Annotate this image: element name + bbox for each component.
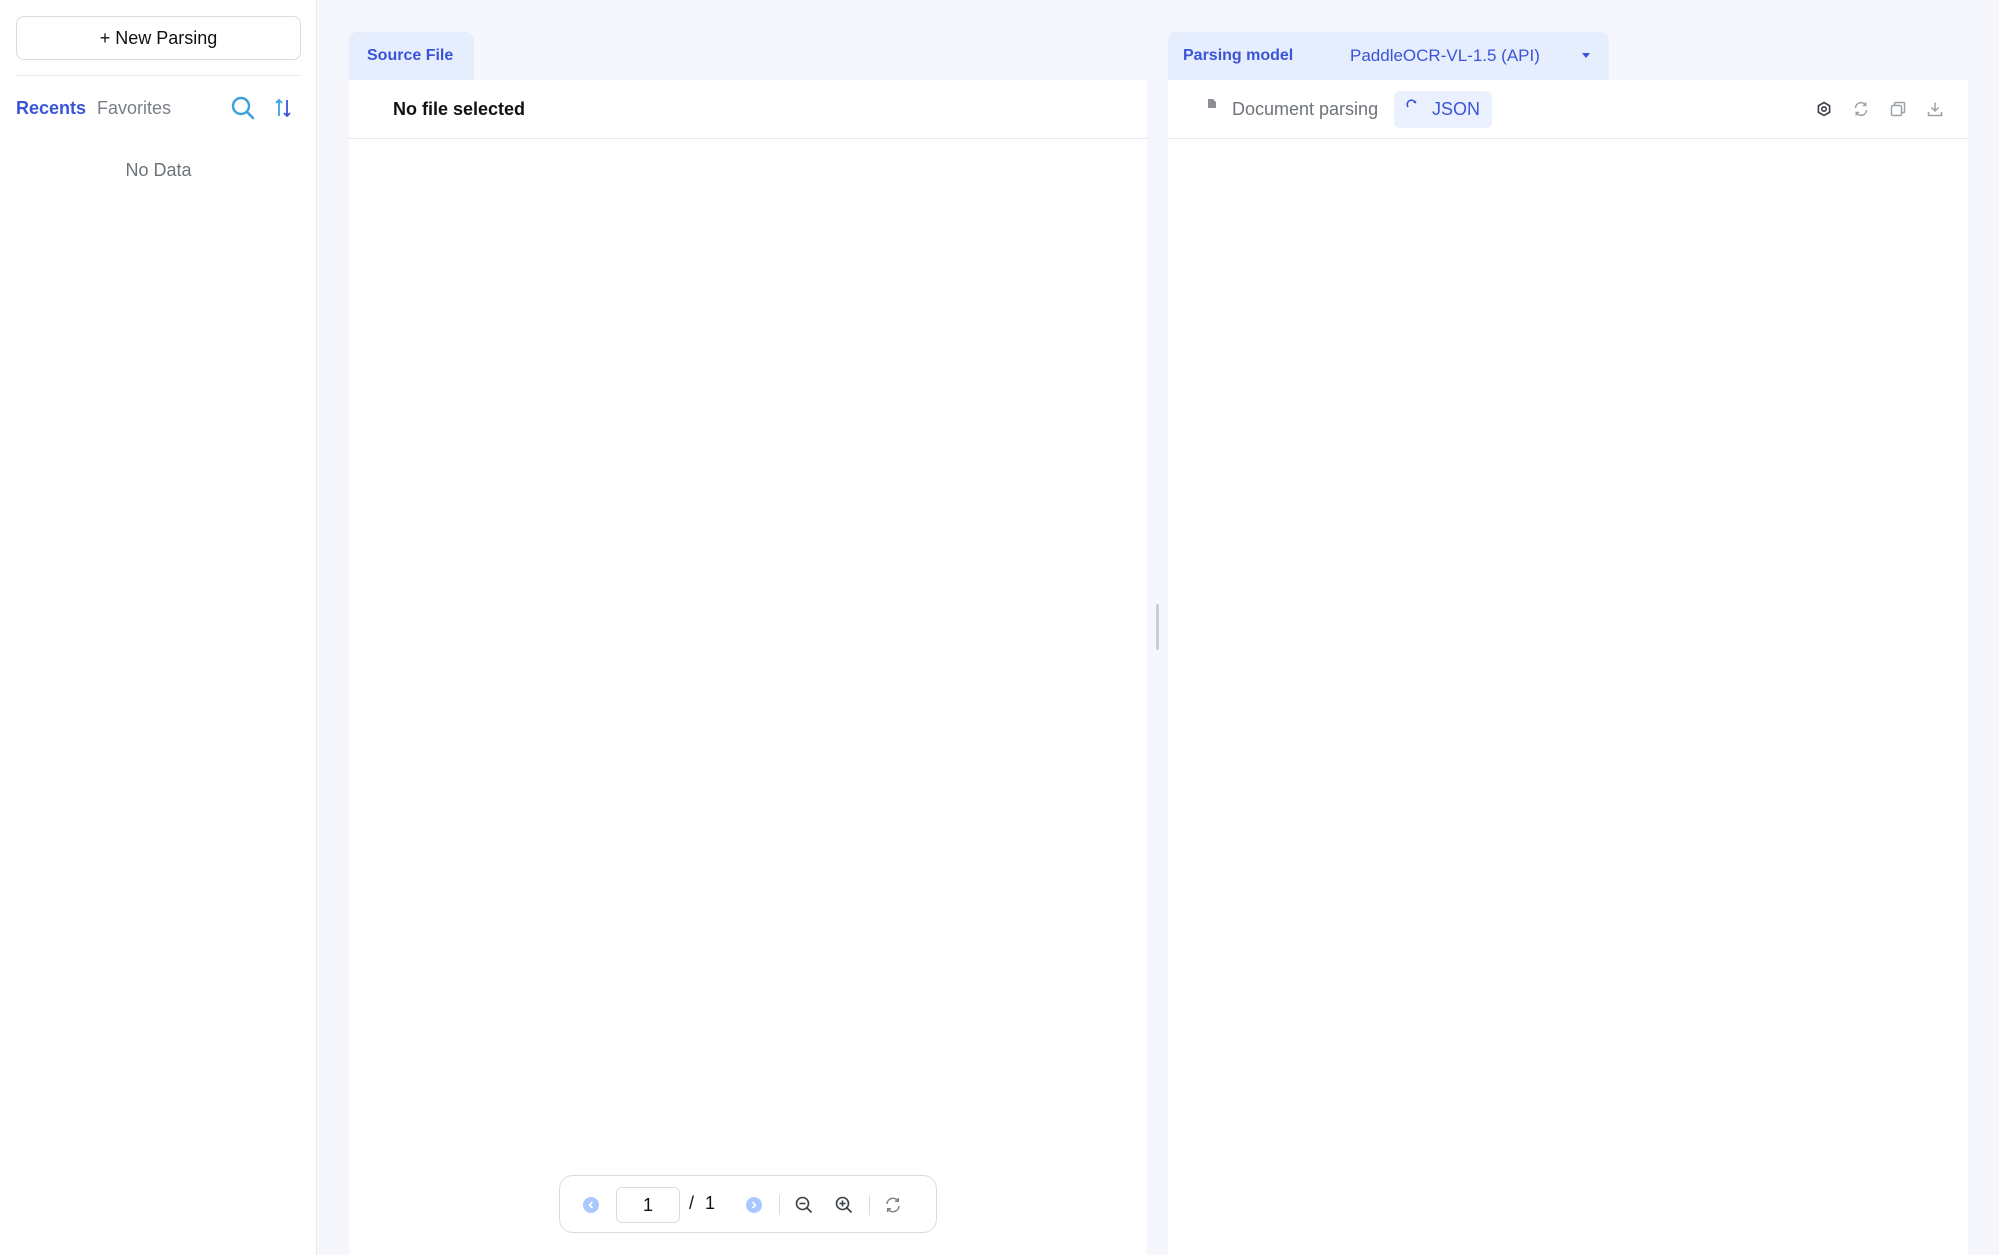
chevron-left-icon: [588, 1201, 594, 1209]
source-panel: No file selected: [349, 80, 1147, 1255]
new-parsing-button[interactable]: + New Parsing: [16, 16, 301, 60]
page-separator: /: [689, 1193, 695, 1213]
pager-divider: [869, 1195, 870, 1215]
pager-divider: [779, 1195, 780, 1215]
sidebar-tabs: Recents Favorites: [16, 96, 182, 120]
sidebar: + New Parsing Recents Favorites No Data: [0, 0, 317, 1255]
parsing-model-select[interactable]: Parsing model PaddleOCR-VL-1.5 (API): [1168, 32, 1609, 80]
tab-json[interactable]: JSON: [1394, 91, 1493, 128]
chevron-right-icon: [751, 1201, 757, 1209]
tab-recents[interactable]: Recents: [16, 98, 86, 119]
page-number-input[interactable]: [616, 1187, 680, 1223]
source-file-tab[interactable]: Source File: [349, 32, 474, 80]
next-page-button[interactable]: [746, 1197, 762, 1213]
parsing-model-value[interactable]: PaddleOCR-VL-1.5 (API): [1350, 46, 1540, 66]
sort-icon[interactable]: [274, 97, 292, 119]
empty-state-text: No Data: [125, 160, 192, 180]
panel-resize-handle[interactable]: [1156, 604, 1159, 650]
tab-json-label: JSON: [1432, 99, 1481, 119]
tab-document-parsing-label: Document parsing: [1232, 99, 1379, 119]
refresh-icon[interactable]: [1852, 100, 1870, 118]
zoom-in-icon[interactable]: [834, 1195, 854, 1215]
rotate-icon[interactable]: [883, 1195, 903, 1215]
zoom-out-icon[interactable]: [794, 1195, 814, 1215]
tab-document-parsing[interactable]: Document parsing: [1194, 91, 1390, 128]
download-icon[interactable]: [1926, 100, 1944, 118]
search-icon[interactable]: [230, 95, 256, 121]
parsing-model-label: Parsing model: [1183, 47, 1294, 64]
file-status-label: No file selected: [393, 99, 526, 119]
tab-favorites[interactable]: Favorites: [97, 98, 171, 119]
caret-down-icon[interactable]: [1582, 53, 1590, 58]
page-toolbar: / 1: [559, 1175, 937, 1233]
sidebar-divider: [16, 75, 301, 76]
page-total: 1: [705, 1193, 716, 1213]
result-panel: Document parsing JSON: [1168, 80, 1968, 1255]
source-panel-header: No file selected: [349, 80, 1147, 139]
prev-page-button[interactable]: [583, 1197, 599, 1213]
settings-icon[interactable]: [1815, 100, 1833, 118]
copy-icon[interactable]: [1889, 100, 1907, 118]
source-file-tab-label: Source File: [367, 47, 454, 64]
document-icon: [1208, 98, 1216, 108]
result-panel-header: Document parsing JSON: [1168, 80, 1968, 139]
json-icon: [1406, 98, 1417, 107]
